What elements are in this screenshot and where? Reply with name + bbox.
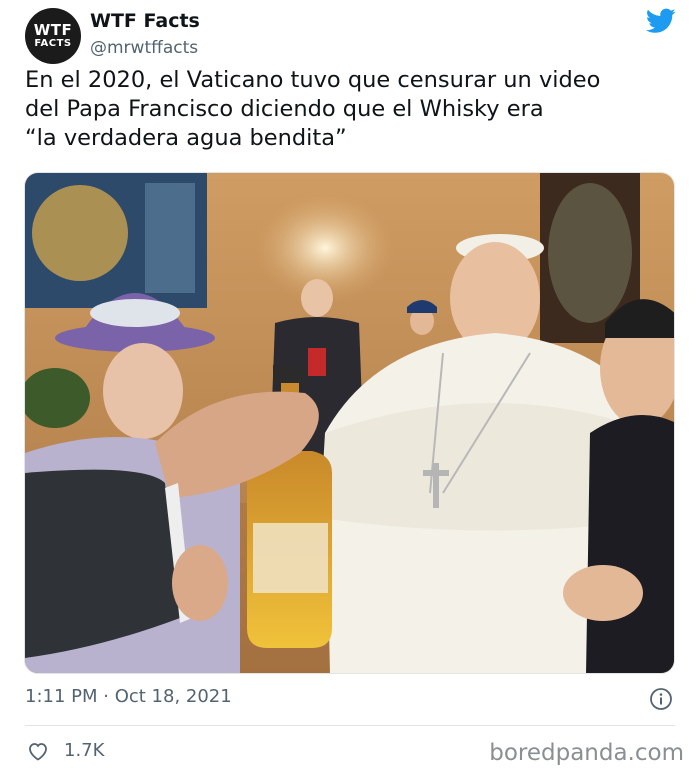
heart-icon[interactable] <box>26 739 50 763</box>
info-icon[interactable] <box>649 687 673 711</box>
tweet-card: WTF FACTS WTF Facts @mrwtffacts En el 20… <box>0 0 700 778</box>
avatar[interactable]: WTF FACTS <box>25 8 81 64</box>
watermark: boredpanda.com <box>489 740 684 766</box>
like-count: 1.7K <box>64 740 105 761</box>
avatar-logo-line1: WTF <box>33 21 73 39</box>
author-display-name[interactable]: WTF Facts <box>90 10 200 32</box>
twitter-bird-icon[interactable] <box>646 8 676 34</box>
divider <box>25 725 675 726</box>
photo-illustration <box>25 173 674 673</box>
author-handle[interactable]: @mrwtffacts <box>90 38 198 58</box>
tweet-timestamp[interactable]: 1:11 PM · Oct 18, 2021 <box>25 686 232 707</box>
tweet-text: En el 2020, el Vaticano tuvo que censura… <box>25 67 601 151</box>
avatar-logo-line2: FACTS <box>34 38 72 49</box>
tweet-photo[interactable] <box>24 172 675 674</box>
